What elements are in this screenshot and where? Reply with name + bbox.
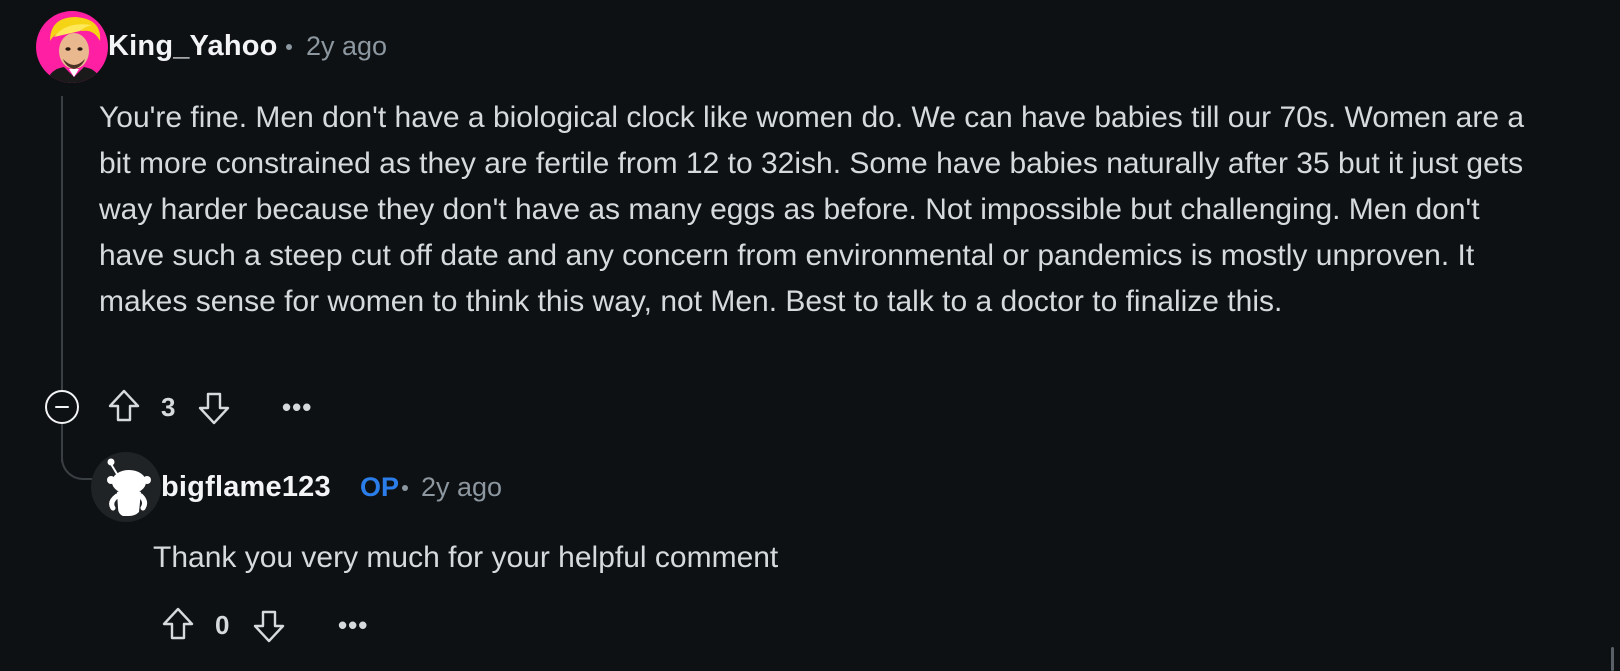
avatar[interactable] (36, 11, 108, 83)
vote-score: 3 (161, 392, 176, 422)
comment-author[interactable]: King_Yahoo (108, 30, 278, 63)
thread-line-elbow (61, 440, 97, 480)
meta-separator (402, 485, 408, 491)
upvote-arrow-icon[interactable] (107, 388, 141, 424)
avatar[interactable] (91, 452, 161, 522)
downvote-arrow-icon[interactable] (197, 390, 231, 426)
comment-body: Thank you very much for your helpful com… (153, 541, 779, 574)
downvote-arrow-icon[interactable] (252, 608, 286, 644)
vote-score: 0 (215, 610, 230, 640)
scrollbar[interactable] (1611, 647, 1614, 671)
op-badge: OP (360, 472, 400, 502)
cartoon-avatar-icon (46, 17, 102, 83)
comment-author[interactable]: bigflame123 (161, 471, 331, 504)
snoo-avatar-icon (107, 458, 151, 516)
more-options-icon[interactable]: ••• (338, 612, 368, 638)
comment-timestamp[interactable]: 2y ago (421, 472, 502, 503)
thread-line-main[interactable] (61, 96, 63, 390)
meta-separator (286, 44, 292, 50)
more-options-icon[interactable]: ••• (282, 394, 312, 420)
comment-body: You're fine. Men don't have a biological… (99, 101, 1525, 318)
upvote-arrow-icon[interactable] (161, 606, 195, 642)
comment-timestamp[interactable]: 2y ago (306, 31, 387, 62)
collapse-thread-button[interactable] (45, 390, 79, 424)
